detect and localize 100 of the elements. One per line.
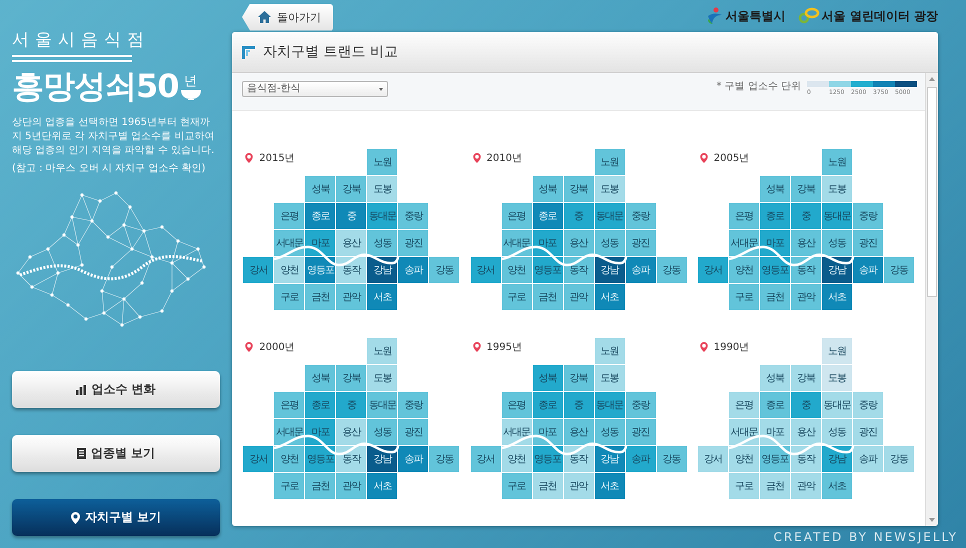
district-tile[interactable]: 서초 — [594, 284, 624, 310]
district-tile[interactable]: 서대문 — [274, 230, 304, 256]
district-tile[interactable]: 중랑 — [626, 203, 656, 229]
district-tile[interactable]: 동작 — [564, 257, 594, 283]
district-tile[interactable]: 강동 — [884, 257, 914, 283]
district-tile[interactable]: 관악 — [336, 473, 366, 499]
district-tile[interactable]: 강북 — [564, 176, 594, 202]
district-tile[interactable]: 송파 — [852, 257, 883, 283]
district-tile[interactable]: 광진 — [626, 419, 656, 445]
district-tile[interactable]: 강북 — [336, 365, 366, 391]
district-tile[interactable]: 강서 — [470, 257, 500, 283]
district-tile[interactable]: 양천 — [502, 446, 532, 472]
district-tile[interactable]: 도봉 — [367, 365, 398, 391]
district-tile[interactable]: 영등포 — [532, 257, 562, 283]
district-tile[interactable]: 양천 — [274, 446, 304, 472]
district-tile[interactable]: 종로 — [760, 203, 790, 229]
nav-button[interactable]: 업소수 변화 — [12, 371, 220, 408]
district-tile[interactable]: 용산 — [790, 419, 821, 445]
district-tile[interactable]: 종로 — [760, 392, 790, 418]
district-tile[interactable]: 용산 — [790, 230, 821, 256]
district-tile[interactable]: 성북 — [305, 176, 336, 202]
district-tile[interactable]: 은평 — [274, 392, 304, 418]
district-tile[interactable]: 중랑 — [852, 203, 883, 229]
district-tile[interactable]: 동작 — [790, 257, 821, 283]
district-tile[interactable]: 금천 — [532, 473, 562, 499]
district-tile[interactable]: 양천 — [728, 257, 759, 283]
district-tile[interactable]: 중 — [564, 392, 594, 418]
district-tile[interactable]: 중랑 — [852, 392, 883, 418]
district-tile[interactable]: 종로 — [532, 203, 562, 229]
district-tile[interactable]: 성동 — [367, 230, 398, 256]
district-tile[interactable]: 광진 — [852, 230, 883, 256]
district-tile[interactable]: 용산 — [336, 419, 366, 445]
district-tile[interactable]: 양천 — [728, 446, 759, 472]
district-tile[interactable]: 성북 — [760, 176, 790, 202]
district-tile[interactable]: 동작 — [336, 446, 366, 472]
district-tile[interactable]: 서대문 — [728, 419, 759, 445]
district-tile[interactable]: 강북 — [336, 176, 366, 202]
district-tile[interactable]: 성동 — [594, 230, 624, 256]
district-tile[interactable]: 마포 — [305, 230, 336, 256]
district-tile[interactable]: 금천 — [760, 284, 790, 310]
district-tile[interactable]: 성북 — [305, 365, 336, 391]
district-tile[interactable]: 용산 — [564, 419, 594, 445]
district-tile[interactable]: 중 — [336, 392, 366, 418]
district-tile[interactable]: 용산 — [564, 230, 594, 256]
district-tile[interactable]: 송파 — [398, 257, 428, 283]
district-tile[interactable]: 동대문 — [367, 203, 398, 229]
district-tile[interactable]: 광진 — [398, 230, 428, 256]
district-tile[interactable]: 마포 — [532, 230, 562, 256]
district-tile[interactable]: 성동 — [367, 419, 398, 445]
district-tile[interactable]: 도봉 — [822, 176, 852, 202]
district-tile[interactable]: 중 — [564, 203, 594, 229]
district-tile[interactable]: 영등포 — [532, 446, 562, 472]
back-button[interactable]: 돌아가기 — [242, 4, 333, 30]
district-tile[interactable]: 강서 — [243, 446, 274, 472]
district-tile[interactable]: 서초 — [822, 284, 852, 310]
district-tile[interactable]: 성동 — [822, 419, 852, 445]
district-tile[interactable]: 구로 — [502, 284, 532, 310]
district-tile[interactable]: 강서 — [698, 446, 728, 472]
district-tile[interactable]: 동작 — [564, 446, 594, 472]
district-tile[interactable]: 관악 — [564, 473, 594, 499]
district-tile[interactable]: 강남 — [594, 257, 624, 283]
district-tile[interactable]: 성동 — [822, 230, 852, 256]
district-tile[interactable]: 강남 — [822, 446, 852, 472]
district-tile[interactable]: 금천 — [760, 473, 790, 499]
district-tile[interactable]: 송파 — [626, 257, 656, 283]
district-tile[interactable]: 성북 — [532, 176, 562, 202]
district-tile[interactable]: 용산 — [336, 230, 366, 256]
district-tile[interactable]: 동작 — [790, 446, 821, 472]
district-tile[interactable]: 광진 — [852, 419, 883, 445]
district-tile[interactable]: 금천 — [532, 284, 562, 310]
district-tile[interactable]: 종로 — [305, 203, 336, 229]
district-tile[interactable]: 서대문 — [502, 230, 532, 256]
district-tile[interactable]: 강남 — [367, 257, 398, 283]
district-tile[interactable]: 구로 — [502, 473, 532, 499]
district-tile[interactable]: 강동 — [429, 257, 460, 283]
district-tile[interactable]: 서대문 — [728, 230, 759, 256]
district-tile[interactable]: 도봉 — [822, 365, 852, 391]
district-tile[interactable]: 광진 — [626, 230, 656, 256]
district-tile[interactable]: 동대문 — [822, 392, 852, 418]
district-tile[interactable]: 중 — [790, 392, 821, 418]
district-tile[interactable]: 성북 — [760, 365, 790, 391]
district-tile[interactable]: 서초 — [822, 473, 852, 499]
category-select[interactable]: 음식점-한식 — [242, 81, 388, 97]
district-tile[interactable]: 강남 — [594, 446, 624, 472]
district-tile[interactable]: 마포 — [305, 419, 336, 445]
district-tile[interactable]: 종로 — [305, 392, 336, 418]
scrollbar[interactable] — [925, 73, 938, 526]
district-tile[interactable]: 구로 — [274, 284, 304, 310]
district-tile[interactable]: 송파 — [852, 446, 883, 472]
district-tile[interactable]: 양천 — [274, 257, 304, 283]
district-tile[interactable]: 강서 — [243, 257, 274, 283]
district-tile[interactable]: 동작 — [336, 257, 366, 283]
district-tile[interactable]: 동대문 — [594, 203, 624, 229]
district-tile[interactable]: 관악 — [336, 284, 366, 310]
district-tile[interactable]: 은평 — [502, 392, 532, 418]
district-tile[interactable]: 동대문 — [594, 392, 624, 418]
district-tile[interactable]: 구로 — [728, 473, 759, 499]
district-tile[interactable]: 서초 — [367, 473, 398, 499]
district-tile[interactable]: 도봉 — [594, 176, 624, 202]
district-tile[interactable]: 서초 — [594, 473, 624, 499]
